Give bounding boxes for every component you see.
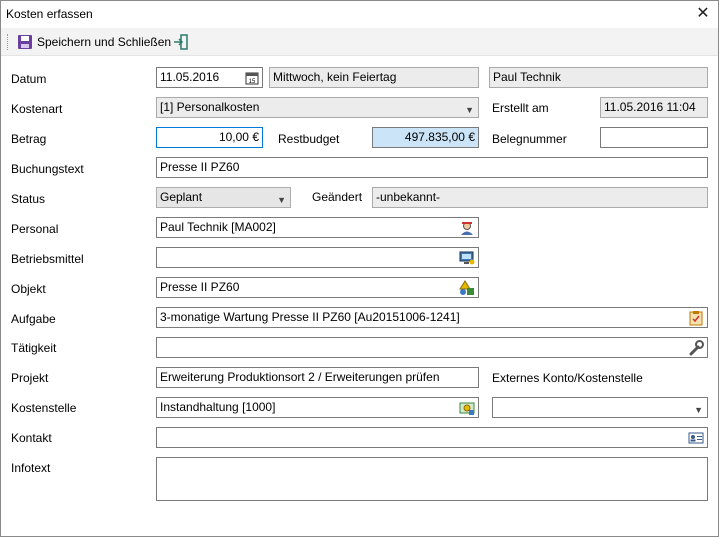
projekt-value: Erweiterung Produktionsort 2 / Erweiteru…: [160, 370, 440, 384]
personal-field[interactable]: Paul Technik [MA002]: [156, 217, 479, 238]
kostenstelle-label: Kostenstelle: [11, 401, 77, 415]
kontakt-field[interactable]: [156, 427, 708, 448]
betriebsmittel-label: Betriebsmittel: [11, 252, 84, 266]
externes-konto-dropdown[interactable]: ▼: [492, 397, 708, 418]
status-dropdown[interactable]: Geplant ▼: [156, 187, 291, 208]
restbudget-field: 497.835,00 €: [372, 127, 479, 148]
benutzer-value: Paul Technik: [493, 70, 561, 84]
belegnummer-label: Belegnummer: [492, 132, 567, 146]
kostenart-dropdown[interactable]: [1] Personalkosten ▼: [156, 97, 479, 118]
calendar-button[interactable]: 15: [243, 69, 261, 86]
floppy-disk-icon: [18, 35, 32, 49]
objekt-field[interactable]: Presse II PZ60: [156, 277, 479, 298]
betriebsmittel-field[interactable]: [156, 247, 479, 268]
betrag-label: Betrag: [11, 132, 47, 146]
exit-door-icon: [174, 34, 188, 50]
betrag-value: 10,00 €: [218, 130, 259, 144]
kontakt-label: Kontakt: [11, 431, 52, 445]
window-title: Kosten erfassen: [6, 7, 93, 21]
personal-picker-button[interactable]: [458, 219, 476, 236]
wochentag-field: Mittwoch, kein Feiertag: [269, 67, 479, 88]
chevron-down-icon: ▼: [465, 105, 474, 115]
benutzer-field: Paul Technik: [489, 67, 708, 88]
objekt-picker-button[interactable]: [458, 279, 476, 296]
toolbar-grip: [7, 34, 10, 50]
personal-label: Personal: [11, 222, 59, 236]
toolbar: Speichern und Schließen: [1, 28, 718, 56]
chevron-down-icon: ▼: [277, 195, 286, 205]
title-bar: Kosten erfassen ✕: [1, 1, 718, 27]
kostenart-label: Kostenart: [11, 102, 63, 116]
buchungstext-label: Buchungstext: [11, 162, 84, 176]
save-and-close-button[interactable]: Speichern und Schließen: [17, 32, 171, 52]
datum-label: Datum: [11, 72, 47, 86]
aufgabe-label: Aufgabe: [11, 312, 56, 326]
aufgabe-field[interactable]: 3-monatige Wartung Presse II PZ60 [Au201…: [156, 307, 708, 328]
betriebsmittel-picker-button[interactable]: [458, 249, 476, 266]
infotext-label: Infotext: [11, 461, 51, 475]
buchungstext-value: Presse II PZ60: [160, 160, 240, 174]
taetigkeit-field[interactable]: [156, 337, 708, 358]
person-picker-icon: [461, 221, 473, 235]
aufgabe-value: 3-monatige Wartung Presse II PZ60 [Au201…: [160, 310, 460, 324]
kostenart-value: [1] Personalkosten: [160, 100, 260, 114]
kostenstelle-picker-button[interactable]: [458, 399, 476, 416]
geaendert-label: Geändert: [312, 190, 363, 204]
erstellt-am-label: Erstellt am: [492, 101, 549, 115]
exit-button[interactable]: [173, 32, 189, 52]
datum-value: 11.05.2016: [160, 70, 220, 84]
belegnummer-input[interactable]: [600, 127, 708, 148]
equipment-picker-icon: [459, 251, 475, 264]
kostenstelle-value: Instandhaltung [1000]: [160, 400, 276, 414]
taetigkeit-label: Tätigkeit: [11, 341, 57, 355]
status-label: Status: [11, 192, 46, 206]
geaendert-field: -unbekannt-: [372, 187, 708, 208]
geaendert-value: -unbekannt-: [376, 190, 441, 204]
externes-konto-label: Externes Konto/Kostenstelle: [492, 371, 643, 385]
status-value: Geplant: [160, 190, 203, 204]
infotext-textarea[interactable]: [156, 457, 708, 501]
kontakt-picker-button[interactable]: [687, 429, 705, 446]
close-button[interactable]: ✕: [691, 3, 715, 25]
buchungstext-input[interactable]: Presse II PZ60: [156, 157, 708, 178]
wochentag-value: Mittwoch, kein Feiertag: [273, 70, 397, 84]
svg-text:15: 15: [249, 79, 256, 85]
projekt-field[interactable]: Erweiterung Produktionsort 2 / Erweiteru…: [156, 367, 479, 388]
calendar-icon: 15: [245, 72, 259, 85]
kostenstelle-field[interactable]: Instandhaltung [1000]: [156, 397, 479, 418]
restbudget-label: Restbudget: [278, 132, 340, 146]
erstellt-am-field: 11.05.2016 11:04: [600, 97, 708, 118]
aufgabe-picker-button[interactable]: [687, 309, 705, 326]
objekt-label: Objekt: [11, 282, 46, 296]
wrench-icon: [689, 339, 704, 355]
cost-center-icon: [459, 402, 475, 415]
objekt-value: Presse II PZ60: [160, 280, 240, 294]
taetigkeit-picker-button[interactable]: [687, 339, 705, 356]
restbudget-value: 497.835,00 €: [404, 130, 475, 144]
erstellt-am-value: 11.05.2016 11:04: [604, 100, 696, 114]
clipboard-task-icon: [689, 310, 703, 325]
projekt-label: Projekt: [11, 371, 49, 385]
dialog-window: Kosten erfassen ✕ Speichern und Schließe…: [0, 0, 719, 537]
personal-value: Paul Technik [MA002]: [160, 220, 276, 234]
save-and-close-label: Speichern und Schließen: [37, 35, 172, 49]
betrag-input[interactable]: 10,00 €: [156, 127, 263, 148]
object-shapes-icon: [459, 279, 474, 295]
close-icon: ✕: [696, 5, 710, 22]
chevron-down-icon: ▼: [694, 405, 703, 415]
contact-card-icon: [688, 432, 704, 443]
